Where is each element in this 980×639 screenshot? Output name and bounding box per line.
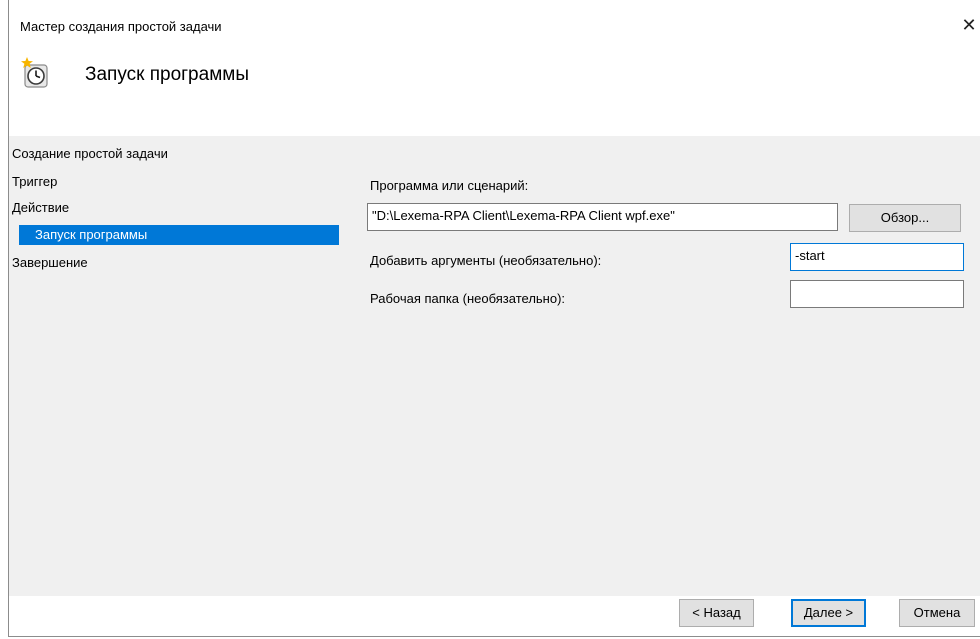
- wizard-header: Запуск программы: [9, 50, 980, 136]
- next-button[interactable]: Далее >: [791, 599, 866, 627]
- close-icon[interactable]: ✕: [958, 12, 980, 38]
- browse-button[interactable]: Обзор...: [849, 204, 961, 232]
- working-folder-input[interactable]: [790, 280, 964, 308]
- program-label: Программа или сценарий:: [370, 178, 529, 193]
- working-folder-label: Рабочая папка (необязательно):: [370, 291, 566, 306]
- task-wizard-window: Мастер создания простой задачи ✕ Запуск …: [8, 0, 980, 637]
- cancel-button[interactable]: Отмена: [899, 599, 975, 627]
- arguments-input[interactable]: -start: [790, 243, 964, 271]
- scheduled-task-clock-icon: [19, 56, 55, 92]
- page-title: Запуск программы: [85, 64, 249, 85]
- back-button[interactable]: < Назад: [679, 599, 754, 627]
- step-create-basic-task[interactable]: Создание простой задачи: [12, 146, 168, 161]
- arguments-label: Добавить аргументы (необязательно):: [370, 253, 602, 268]
- wizard-body: Создание простой задачи Триггер Действие…: [9, 136, 980, 596]
- step-start-program[interactable]: Запуск программы: [19, 225, 339, 245]
- step-trigger[interactable]: Триггер: [12, 174, 57, 189]
- title-bar: Мастер создания простой задачи ✕: [9, 0, 980, 46]
- step-finish[interactable]: Завершение: [12, 255, 88, 270]
- program-path-input[interactable]: "D:\Lexema-RPA Client\Lexema-RPA Client …: [367, 203, 838, 231]
- step-action[interactable]: Действие: [12, 200, 69, 215]
- window-title: Мастер создания простой задачи: [20, 19, 222, 34]
